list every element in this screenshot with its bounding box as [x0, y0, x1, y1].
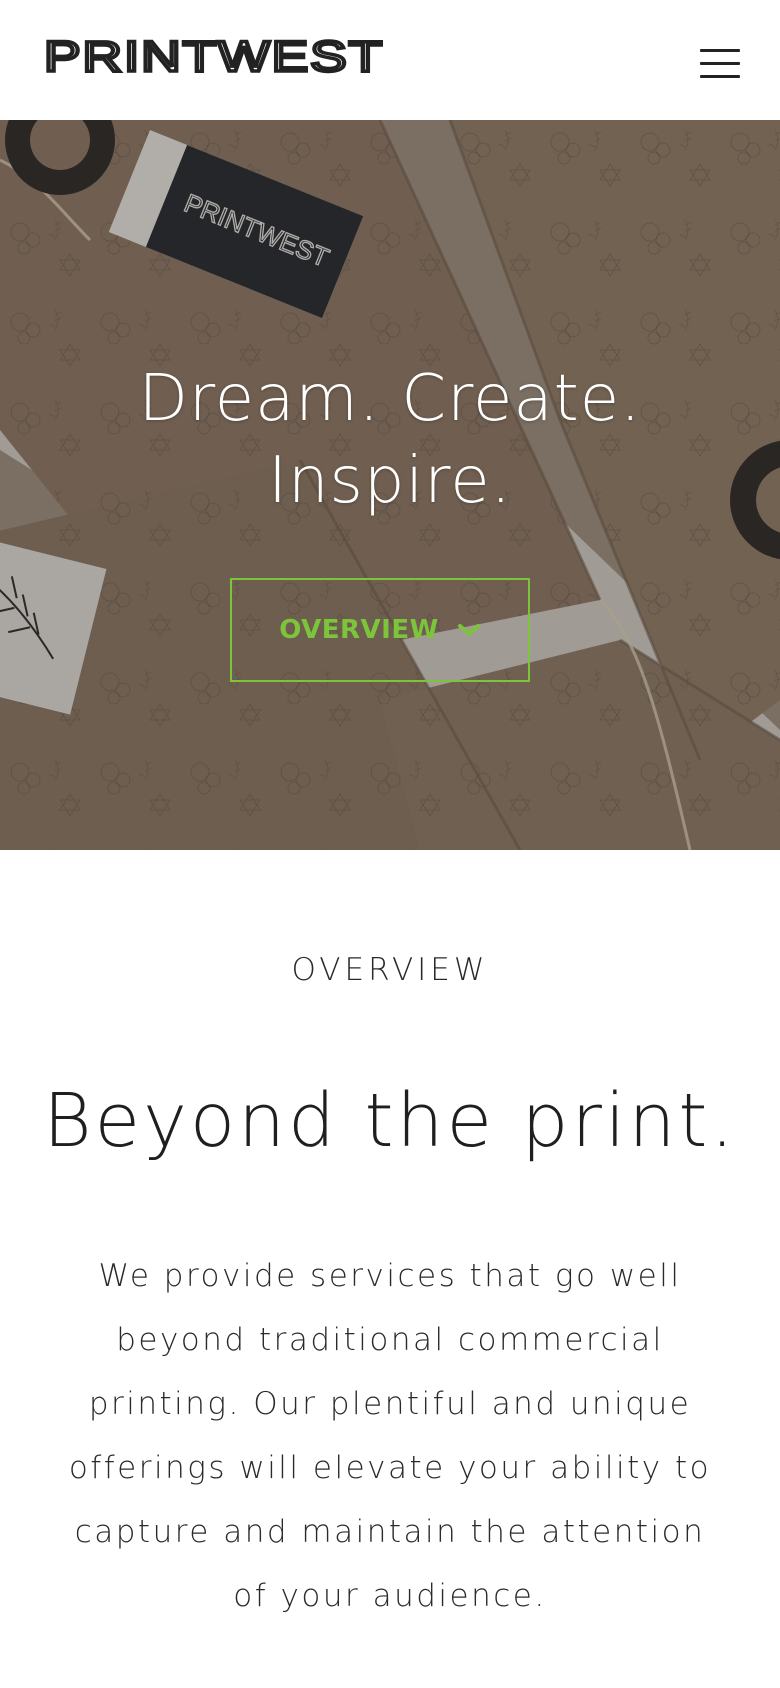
hamburger-menu-icon: [700, 49, 740, 52]
hero-section: PRINTWEST Dream. Create. Inspire. OVERVI…: [0, 120, 780, 850]
hamburger-menu-button[interactable]: [696, 44, 744, 84]
hero-title: Dream. Create. Inspire.: [0, 358, 780, 522]
hero-title-line-2: Inspire.: [268, 444, 512, 518]
hero-title-line-1: Dream. Create.: [138, 362, 642, 436]
section-body-text: We provide services that go well beyond …: [68, 1258, 712, 1614]
hamburger-menu-icon-bar: [700, 62, 740, 65]
printwest-logo-wordmark: PRINTWEST: [42, 31, 384, 82]
svg-text:PRINTWEST: PRINTWEST: [44, 38, 384, 78]
section-heading: Beyond the print.: [43, 1078, 737, 1164]
overview-button[interactable]: OVERVIEW: [230, 578, 530, 682]
hamburger-menu-icon-bar: [700, 75, 740, 78]
overview-button-label: OVERVIEW: [279, 615, 439, 645]
section-kicker: OVERVIEW: [291, 952, 489, 988]
chevron-down-icon: [457, 624, 480, 636]
printwest-logo[interactable]: PRINTWEST: [42, 31, 386, 82]
site-header: PRINTWEST: [0, 0, 780, 120]
